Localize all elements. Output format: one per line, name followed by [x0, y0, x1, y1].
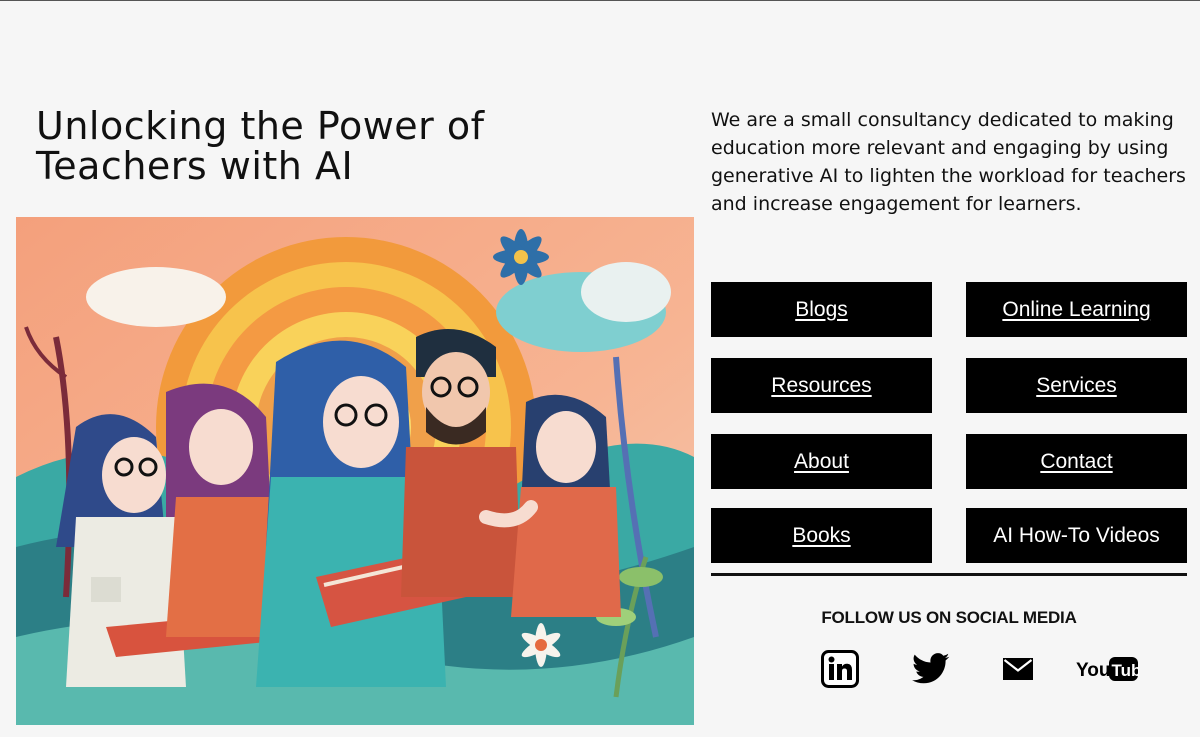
nav-services-button[interactable]: Services [966, 358, 1187, 413]
svg-text:You: You [1076, 660, 1110, 681]
linkedin-icon[interactable] [819, 648, 861, 690]
nav-resources-button[interactable]: Resources [711, 358, 932, 413]
nav-online-learning-button[interactable]: Online Learning [966, 282, 1187, 337]
svg-text:Tube: Tube [1112, 661, 1140, 680]
nav-ai-videos-button[interactable]: AI How-To Videos [966, 508, 1187, 563]
page-title: Unlocking the Power of Teachers with AI [36, 104, 485, 188]
social-heading: FOLLOW US ON SOCIAL MEDIA [821, 608, 1077, 627]
twitter-icon[interactable] [909, 648, 953, 690]
intro-text: We are a small consultancy dedicated to … [711, 109, 1186, 215]
top-border [0, 0, 1200, 1]
email-icon[interactable] [999, 648, 1037, 690]
nav-contact-button[interactable]: Contact [966, 434, 1187, 489]
nav-books-button[interactable]: Books [711, 508, 932, 563]
nav-blogs-button[interactable]: Blogs [711, 282, 932, 337]
hero-illustration [16, 217, 694, 725]
section-divider [711, 573, 1187, 576]
youtube-icon[interactable]: You Tube [1074, 648, 1140, 690]
nav-about-button[interactable]: About [711, 434, 932, 489]
